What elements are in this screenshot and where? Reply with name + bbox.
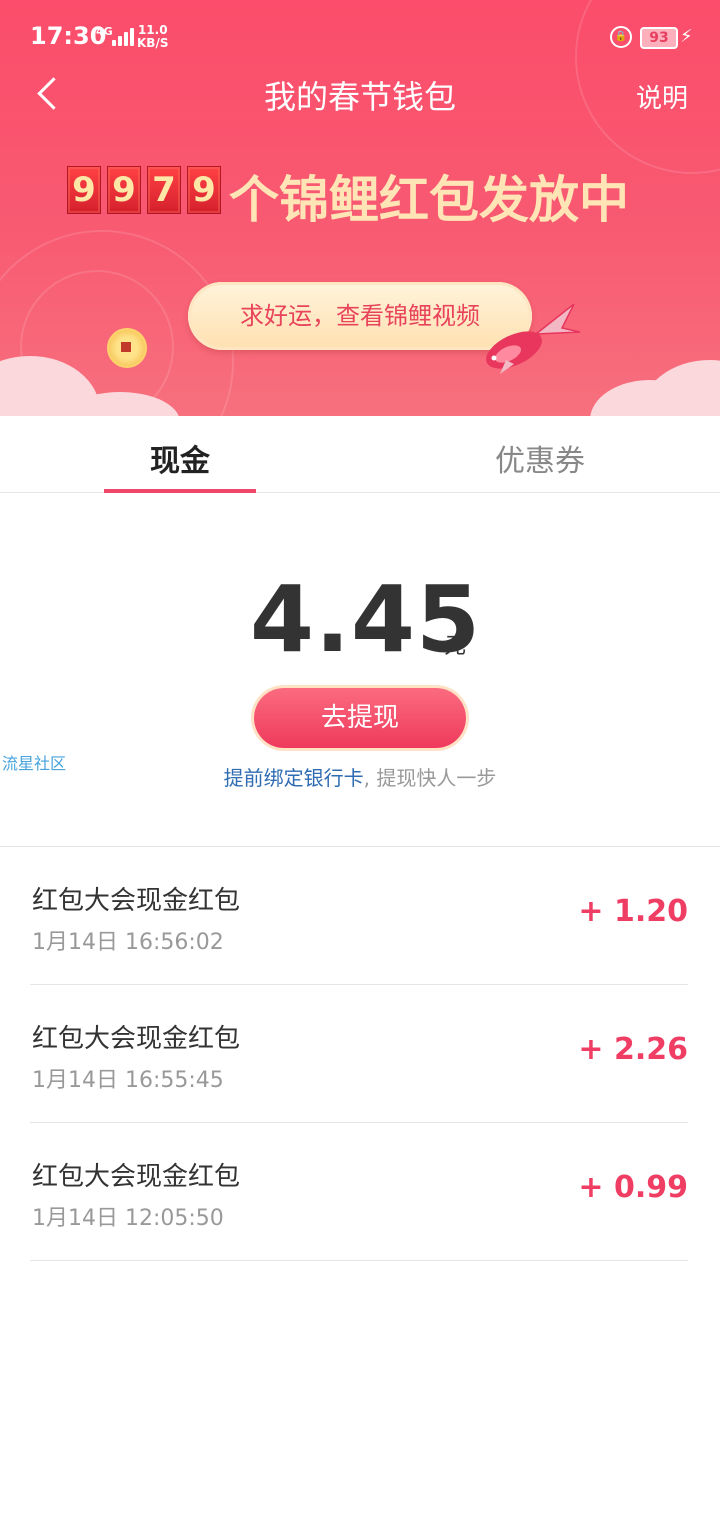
bind-card-row: 提前绑定银行卡, 提现快人一步 (0, 762, 720, 791)
transaction-amount: + 0.99 (578, 1170, 688, 1205)
transaction-time: 1月14日 12:05:50 (32, 1206, 224, 1231)
koi-banner: 9979 个锦鲤红包发放中 (67, 166, 667, 229)
active-tab-indicator (104, 489, 256, 493)
transaction-title: 红包大会现金红包 (32, 1024, 241, 1054)
help-link[interactable]: 说明 (636, 78, 688, 115)
tab-coupon[interactable]: 优惠券 (450, 436, 630, 480)
counter-digit: 9 (67, 166, 101, 214)
transaction-time: 1月14日 16:55:45 (32, 1068, 224, 1093)
rotation-lock-icon: 🔒 (610, 26, 632, 48)
battery-icon: 93 (640, 27, 678, 49)
transaction-time: 1月14日 16:56:02 (32, 930, 224, 955)
tab-cash[interactable]: 现金 (90, 436, 270, 480)
koi-fish-icon (486, 303, 581, 374)
signal-icon (112, 26, 134, 46)
transaction-row[interactable]: 红包大会现金红包 1月14日 16:56:02 + 1.20 (30, 846, 688, 985)
counter-digit: 9 (107, 166, 141, 214)
hero-banner: 17:30 4G 11.0 KB/S 🔒 93 ⚡ 我的春节钱包 说明 9979… (0, 0, 720, 416)
coin-icon (107, 328, 147, 368)
network-speed-unit: KB/S (137, 36, 169, 50)
transaction-title: 红包大会现金红包 (32, 886, 241, 916)
balance-unit: 元 (444, 634, 467, 659)
bind-card-link[interactable]: 提前绑定银行卡 (224, 766, 364, 790)
transaction-row[interactable]: 红包大会现金红包 1月14日 16:55:45 + 2.26 (30, 984, 688, 1123)
decor-cloud (640, 360, 720, 416)
status-time: 17:30 (30, 22, 107, 50)
banner-text: 个锦鲤红包发放中 (229, 171, 629, 229)
counter-digit: 7 (147, 166, 181, 214)
network-type: 4G (96, 25, 113, 38)
transaction-amount: + 2.26 (578, 1032, 688, 1067)
transaction-amount: + 1.20 (578, 894, 688, 929)
network-speed: 11.0 KB/S (137, 24, 168, 50)
transaction-title: 红包大会现金红包 (32, 1162, 241, 1192)
watermark: 流星社区 (2, 754, 67, 773)
bind-card-hint: , 提现快人一步 (363, 766, 497, 790)
tab-bar: 现金 优惠券 (0, 416, 720, 493)
charging-icon: ⚡ (680, 26, 693, 47)
transaction-row[interactable]: 红包大会现金红包 1月14日 12:05:50 + 0.99 (30, 1122, 688, 1261)
network-speed-value: 11.0 (137, 23, 168, 37)
status-bar: 17:30 4G 11.0 KB/S 🔒 93 ⚡ (0, 0, 720, 74)
withdraw-button[interactable]: 去提现 (254, 688, 466, 748)
page-title: 我的春节钱包 (263, 78, 456, 116)
counter-digit: 9 (187, 166, 221, 214)
